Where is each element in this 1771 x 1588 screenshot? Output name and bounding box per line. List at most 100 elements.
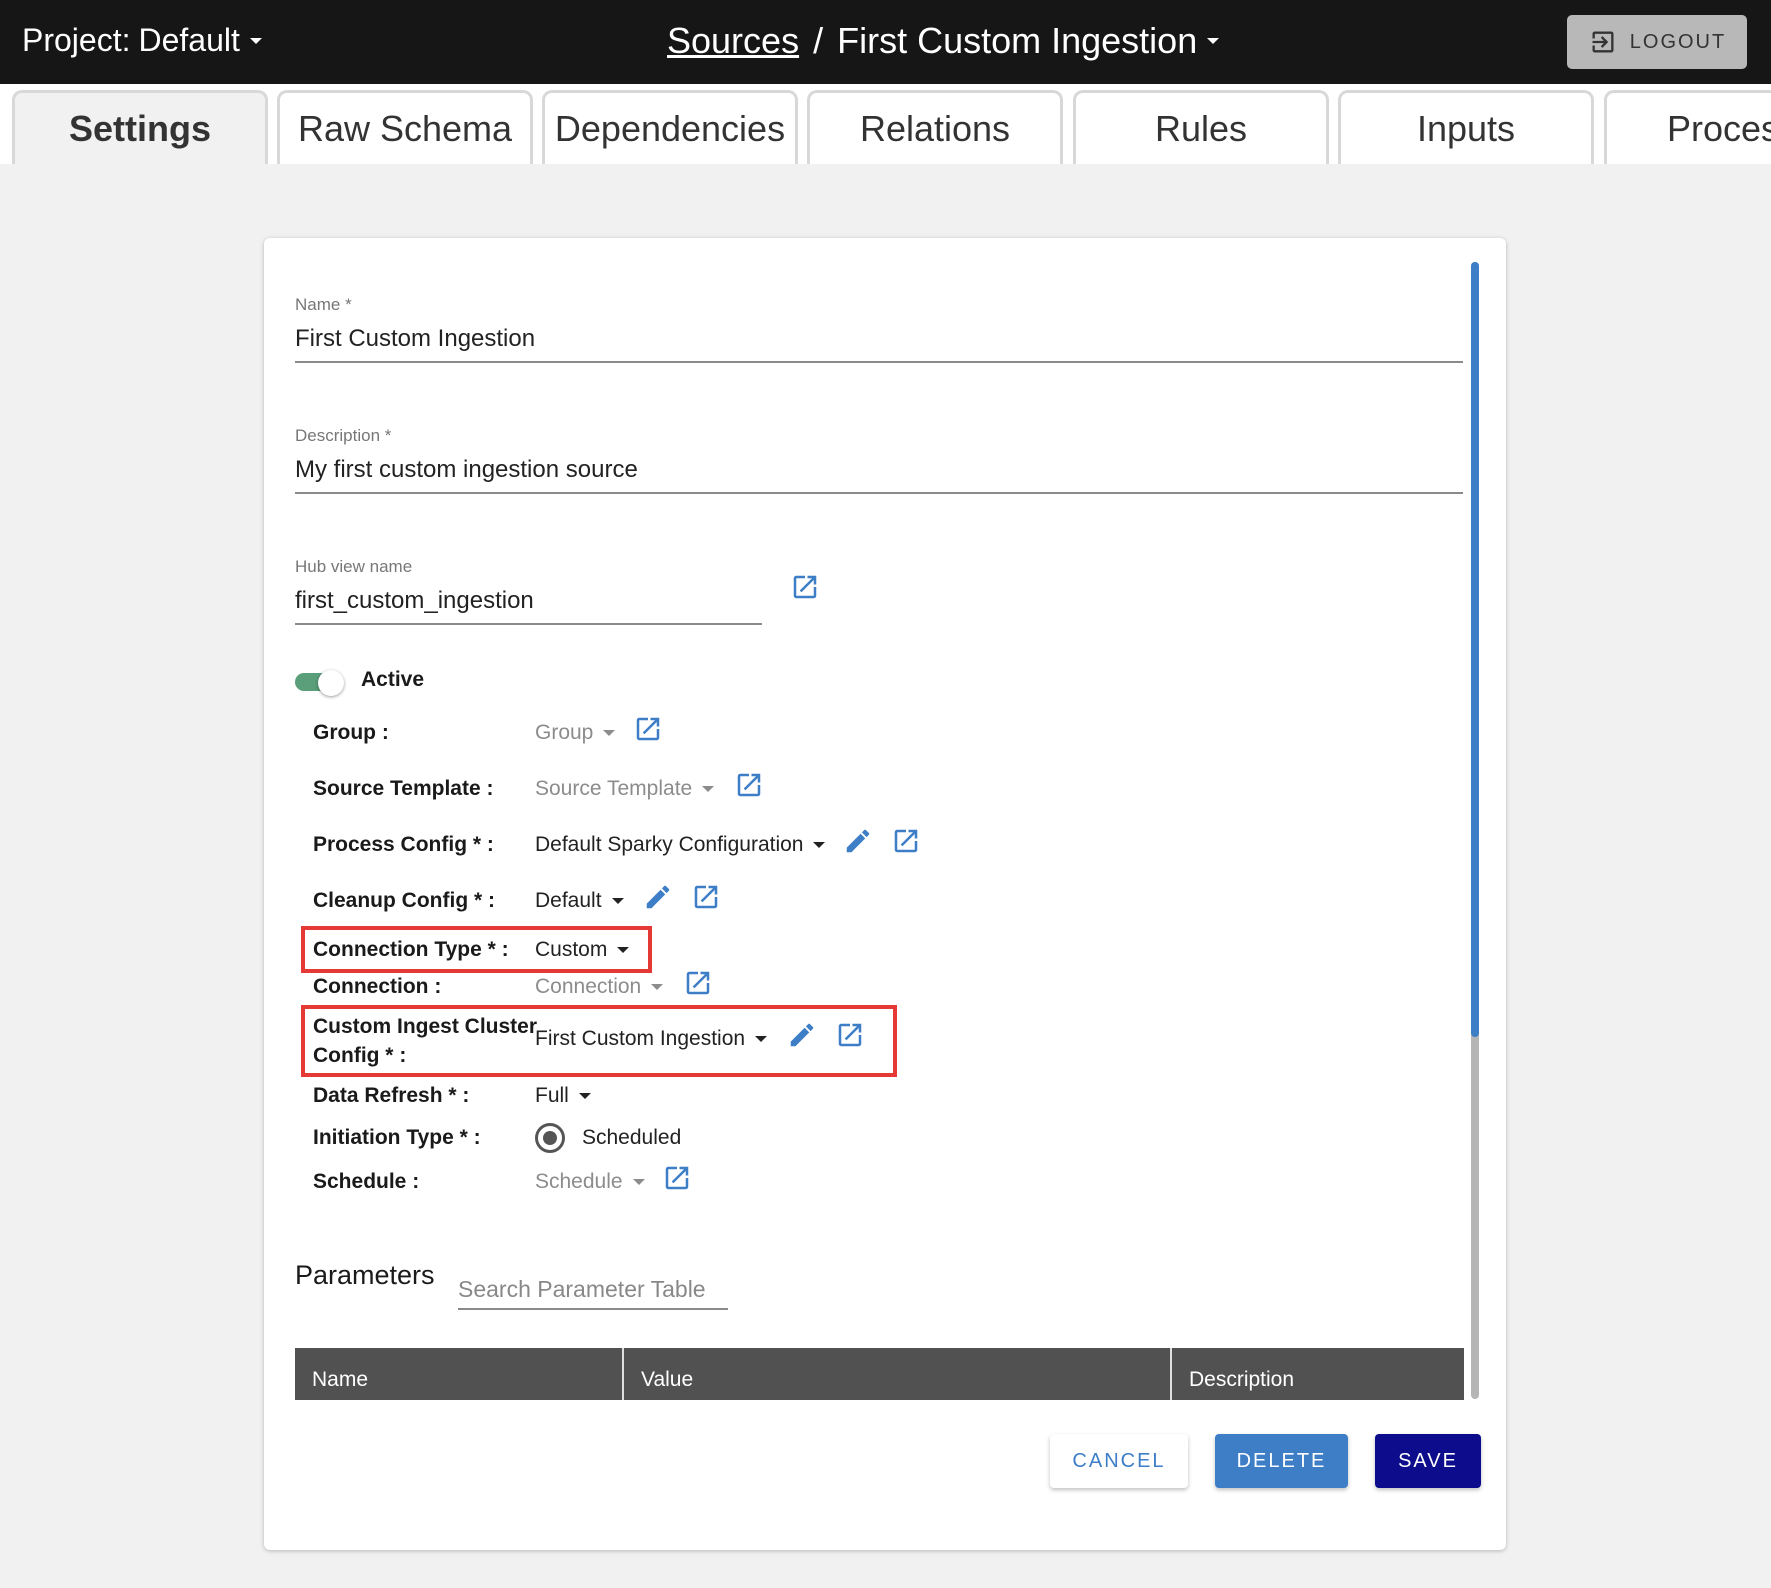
- tab-rules[interactable]: Rules: [1073, 90, 1329, 164]
- custom-ingest-cluster-config-label-line2: Config * :: [313, 1044, 407, 1067]
- toggle-knob: [318, 670, 344, 696]
- schedule-select-value: Schedule: [535, 1170, 623, 1193]
- column-header-description[interactable]: Description: [1189, 1348, 1294, 1400]
- logout-label: LOGOUT: [1629, 30, 1727, 53]
- chevron-down-icon: [603, 730, 616, 736]
- chevron-down-icon: [611, 898, 624, 904]
- parameter-table-header: Name Value Description: [295, 1348, 1464, 1400]
- chevron-down-icon: [1207, 38, 1220, 44]
- custom-ingest-cluster-config-select[interactable]: First Custom Ingestion: [535, 1027, 768, 1051]
- source-template-label: Source Template :: [313, 777, 494, 800]
- process-config-select[interactable]: Default Sparky Configuration: [535, 833, 826, 857]
- chevron-down-icon: [651, 984, 664, 990]
- open-external-icon[interactable]: [734, 770, 764, 800]
- initiation-type-label: Initiation Type * :: [313, 1126, 481, 1149]
- chevron-down-icon: [578, 1093, 591, 1099]
- edit-pencil-icon[interactable]: [787, 1020, 817, 1050]
- chevron-down-icon: [702, 786, 715, 792]
- top-bar: Project: Default Sources / First Custom …: [0, 0, 1771, 84]
- custom-ingest-cluster-config-label-line1: Custom Ingest Cluster: [313, 1015, 538, 1038]
- source-template-select-value: Source Template: [535, 777, 693, 800]
- name-value: First Custom Ingestion: [295, 325, 536, 352]
- group-select-value: Group: [535, 721, 594, 744]
- project-selector[interactable]: Project: Default: [22, 22, 262, 59]
- open-external-icon[interactable]: [691, 882, 721, 912]
- tab-process[interactable]: Process: [1604, 90, 1771, 164]
- data-refresh-label: Data Refresh * :: [313, 1084, 470, 1107]
- open-external-icon[interactable]: [683, 968, 713, 998]
- name-underline: [295, 361, 1463, 363]
- open-external-icon[interactable]: [790, 572, 820, 602]
- scheduled-radio-label: Scheduled: [582, 1126, 682, 1149]
- edit-pencil-icon[interactable]: [643, 882, 673, 912]
- hub-view-name-underline: [295, 623, 762, 625]
- chevron-down-icon: [617, 947, 630, 953]
- column-header-value[interactable]: Value: [641, 1348, 693, 1400]
- process-config-select-value: Default Sparky Configuration: [535, 833, 804, 856]
- data-refresh-select[interactable]: Full: [535, 1084, 591, 1108]
- connection-type-label: Connection Type * :: [313, 938, 509, 961]
- breadcrumb: Sources / First Custom Ingestion: [667, 20, 1220, 62]
- description-value: My first custom ingestion source: [295, 456, 638, 483]
- cancel-button[interactable]: CANCEL: [1050, 1434, 1188, 1488]
- active-label: Active: [361, 668, 425, 691]
- chevron-down-icon: [755, 1036, 768, 1042]
- schedule-select[interactable]: Schedule: [535, 1170, 645, 1194]
- cleanup-config-select[interactable]: Default: [535, 889, 624, 913]
- hub-view-name-field[interactable]: Hub view name first_custom_ingestion: [295, 557, 762, 627]
- open-external-icon[interactable]: [835, 1020, 865, 1050]
- project-label: Project:: [22, 22, 131, 58]
- source-template-select[interactable]: Source Template: [535, 777, 715, 801]
- save-button[interactable]: SAVE: [1375, 1434, 1481, 1488]
- project-value: Default: [138, 22, 240, 58]
- custom-ingest-cluster-config-select-value: First Custom Ingestion: [535, 1027, 746, 1050]
- hub-view-name-value: first_custom_ingestion: [295, 587, 534, 614]
- schedule-label: Schedule :: [313, 1170, 420, 1193]
- parameter-search-input[interactable]: [458, 1270, 728, 1310]
- tab-relations[interactable]: Relations: [807, 90, 1063, 164]
- chevron-down-icon: [249, 37, 262, 44]
- group-select[interactable]: Group: [535, 721, 616, 745]
- description-underline: [295, 492, 1463, 494]
- logout-icon: [1592, 31, 1614, 53]
- hub-view-name-label: Hub view name: [295, 557, 413, 576]
- description-field[interactable]: Description * My first custom ingestion …: [295, 426, 1463, 496]
- process-config-label: Process Config * :: [313, 833, 494, 856]
- connection-select[interactable]: Connection: [535, 975, 664, 999]
- column-divider: [1170, 1348, 1172, 1400]
- chevron-down-icon: [632, 1179, 645, 1185]
- tab-inputs[interactable]: Inputs: [1338, 90, 1594, 164]
- open-external-icon[interactable]: [891, 826, 921, 856]
- breadcrumb-sources-link[interactable]: Sources: [667, 20, 799, 62]
- description-label: Description *: [295, 426, 392, 445]
- active-toggle[interactable]: [295, 670, 345, 696]
- breadcrumb-current-selector[interactable]: First Custom Ingestion: [837, 20, 1220, 62]
- cleanup-config-select-value: Default: [535, 889, 602, 912]
- scheduled-radio[interactable]: [535, 1123, 565, 1153]
- open-external-icon[interactable]: [662, 1163, 692, 1193]
- data-refresh-select-value: Full: [535, 1084, 569, 1107]
- name-field[interactable]: Name * First Custom Ingestion: [295, 295, 1463, 365]
- name-label: Name *: [295, 295, 352, 314]
- breadcrumb-current: First Custom Ingestion: [837, 20, 1198, 61]
- breadcrumb-separator: /: [813, 20, 824, 61]
- edit-pencil-icon[interactable]: [843, 826, 873, 856]
- tab-dependencies[interactable]: Dependencies: [542, 90, 798, 164]
- column-header-name[interactable]: Name: [312, 1348, 368, 1400]
- connection-type-select[interactable]: Custom: [535, 938, 630, 962]
- delete-button[interactable]: DELETE: [1215, 1434, 1348, 1488]
- group-label: Group :: [313, 721, 389, 744]
- cleanup-config-label: Cleanup Config * :: [313, 889, 495, 912]
- connection-select-value: Connection: [535, 975, 642, 998]
- scrollbar-thumb[interactable]: [1471, 262, 1479, 1037]
- tab-bar: Settings Raw Schema Dependencies Relatio…: [0, 84, 1771, 164]
- logout-button[interactable]: LOGOUT: [1567, 15, 1747, 69]
- chevron-down-icon: [813, 842, 826, 848]
- parameters-title: Parameters: [295, 1260, 435, 1290]
- open-external-icon[interactable]: [633, 714, 663, 744]
- tab-settings[interactable]: Settings: [12, 90, 268, 164]
- connection-type-select-value: Custom: [535, 938, 608, 961]
- tab-raw-schema[interactable]: Raw Schema: [277, 90, 533, 164]
- column-divider: [622, 1348, 624, 1400]
- custom-ingest-cluster-config-label: Custom Ingest Cluster Config * :: [313, 1012, 537, 1070]
